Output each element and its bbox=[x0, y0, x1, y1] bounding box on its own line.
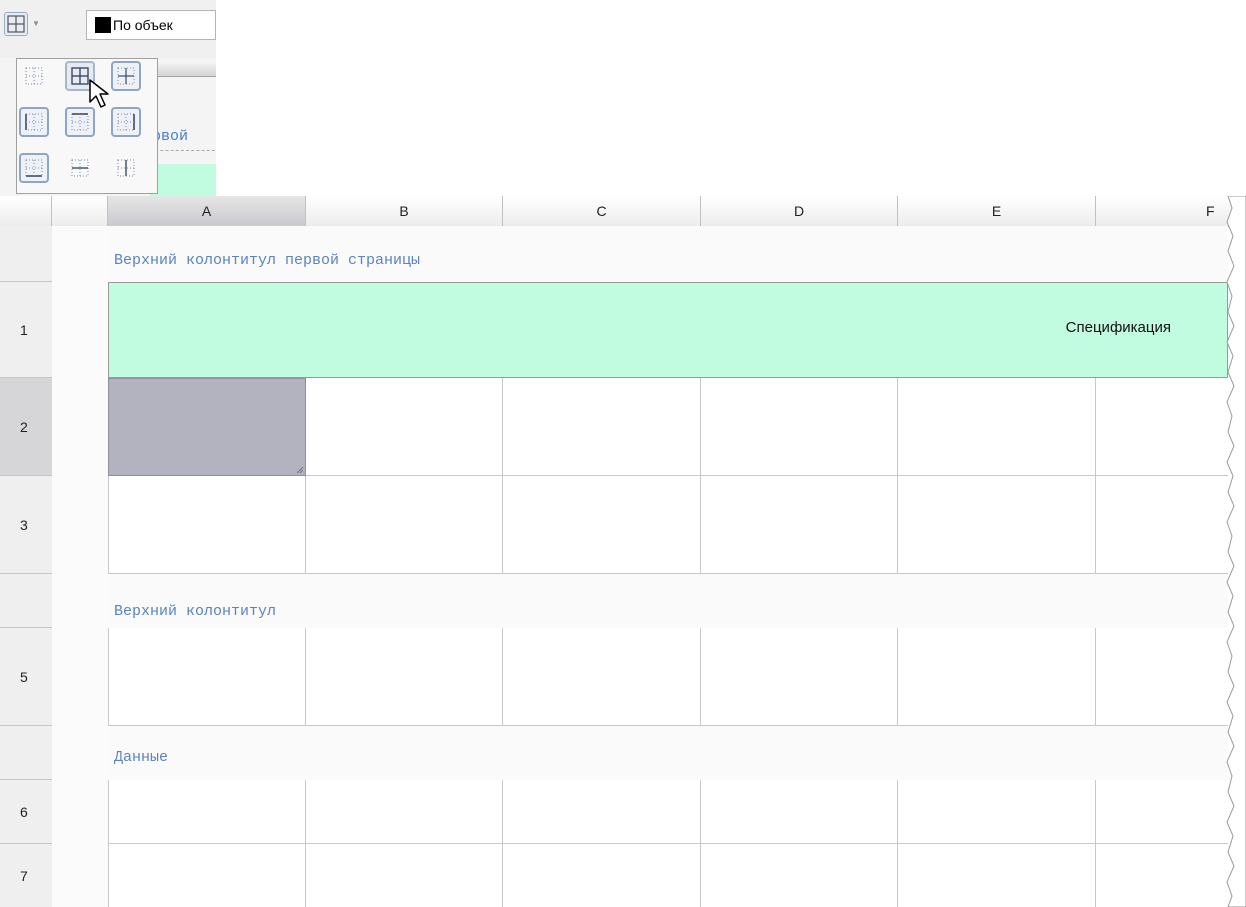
borders-button[interactable] bbox=[4, 12, 28, 36]
row-header-2[interactable]: 2 bbox=[0, 378, 52, 476]
group-gutter bbox=[52, 226, 109, 907]
cell-a3[interactable] bbox=[108, 476, 306, 574]
right-border-option[interactable] bbox=[111, 107, 141, 137]
section-label-data[interactable]: Данные bbox=[114, 749, 168, 766]
row-header-1[interactable]: 1 bbox=[0, 282, 52, 378]
row-header-7[interactable]: 7 bbox=[0, 844, 52, 907]
cell-b6[interactable] bbox=[306, 780, 503, 844]
row-header-section bbox=[0, 726, 52, 780]
row1-merged-cell[interactable]: Спецификация bbox=[108, 282, 1228, 378]
color-select-value: По объек bbox=[113, 17, 173, 33]
column-header-b[interactable]: B bbox=[306, 196, 503, 226]
borders-popup bbox=[16, 58, 158, 194]
cell-d3[interactable] bbox=[701, 476, 898, 574]
top-border-icon bbox=[71, 113, 89, 131]
torn-edge-decoration bbox=[1226, 196, 1246, 907]
row-header-6[interactable]: 6 bbox=[0, 780, 52, 844]
cell-d7[interactable] bbox=[701, 844, 898, 907]
row1-cell-text: Спецификация bbox=[1065, 319, 1171, 336]
chevron-down-icon[interactable]: ▼ bbox=[30, 18, 42, 30]
cell-f5[interactable] bbox=[1096, 628, 1228, 726]
all-borders-icon bbox=[7, 15, 25, 33]
cell-e3[interactable] bbox=[898, 476, 1096, 574]
cell-c3[interactable] bbox=[503, 476, 701, 574]
cell-f3[interactable] bbox=[1096, 476, 1228, 574]
toolbar: ▼ По объек bbox=[0, 0, 216, 59]
inner-vertical-icon bbox=[117, 159, 135, 177]
column-header-d[interactable]: D bbox=[701, 196, 898, 226]
cell-d5[interactable] bbox=[701, 628, 898, 726]
section-label-first-page-header[interactable]: Верхний колонтитул первой страницы bbox=[114, 252, 420, 269]
right-border-icon bbox=[117, 113, 135, 131]
cell-b2[interactable] bbox=[306, 378, 503, 476]
column-header-c[interactable]: C bbox=[503, 196, 701, 226]
cell-c2[interactable] bbox=[503, 378, 701, 476]
cell-e6[interactable] bbox=[898, 780, 1096, 844]
inner-horizontal-icon bbox=[71, 159, 89, 177]
inner-borders-option[interactable] bbox=[111, 61, 141, 91]
gutter-header bbox=[52, 196, 108, 226]
cell-f7[interactable] bbox=[1096, 844, 1228, 907]
section-band bbox=[108, 726, 1228, 781]
row-header-section bbox=[0, 574, 52, 628]
cell-c6[interactable] bbox=[503, 780, 701, 844]
inner-vertical-option[interactable] bbox=[111, 153, 141, 183]
cell-e7[interactable] bbox=[898, 844, 1096, 907]
corner-header[interactable] bbox=[0, 196, 52, 226]
cell-b3[interactable] bbox=[306, 476, 503, 574]
cell-f2[interactable] bbox=[1096, 378, 1228, 476]
preview-column-header bbox=[150, 62, 216, 77]
row-header-section bbox=[0, 226, 52, 282]
row-header-5[interactable]: 5 bbox=[0, 628, 52, 726]
left-border-icon bbox=[25, 113, 43, 131]
cell-e5[interactable] bbox=[898, 628, 1096, 726]
preview-green-fill bbox=[150, 164, 216, 196]
row-header-bar: 1 2 3 5 6 7 bbox=[0, 226, 53, 907]
border-color-select[interactable]: По объек bbox=[86, 10, 216, 40]
no-borders-option[interactable] bbox=[19, 61, 49, 91]
inner-borders-icon bbox=[117, 67, 135, 85]
cell-e2[interactable] bbox=[898, 378, 1096, 476]
cell-a2[interactable] bbox=[108, 378, 306, 476]
cell-a5[interactable] bbox=[108, 628, 306, 726]
cell-d2[interactable] bbox=[701, 378, 898, 476]
row-header-3[interactable]: 3 bbox=[0, 476, 52, 574]
spreadsheet: A B C D E F 1 2 3 5 6 7 Верхний колонтит… bbox=[0, 196, 1246, 907]
all-borders-icon bbox=[71, 67, 89, 85]
preview-divider bbox=[150, 150, 216, 151]
color-swatch bbox=[95, 17, 111, 33]
no-borders-icon bbox=[25, 67, 43, 85]
bottom-border-option[interactable] bbox=[19, 153, 49, 183]
cell-b5[interactable] bbox=[306, 628, 503, 726]
section-label-header[interactable]: Верхний колонтитул bbox=[114, 603, 276, 620]
cell-a7[interactable] bbox=[108, 844, 306, 907]
section-band bbox=[108, 574, 1228, 629]
column-header-a[interactable]: A bbox=[108, 196, 306, 226]
bottom-border-icon bbox=[25, 159, 43, 177]
inner-horizontal-option[interactable] bbox=[65, 153, 95, 183]
cell-c5[interactable] bbox=[503, 628, 701, 726]
cursor-icon bbox=[89, 79, 109, 108]
cell-f6[interactable] bbox=[1096, 780, 1228, 844]
cell-b7[interactable] bbox=[306, 844, 503, 907]
cell-d6[interactable] bbox=[701, 780, 898, 844]
left-border-option[interactable] bbox=[19, 107, 49, 137]
cell-a6[interactable] bbox=[108, 780, 306, 844]
column-header-e[interactable]: E bbox=[898, 196, 1096, 226]
column-header-bar: A B C D E F bbox=[0, 196, 1246, 227]
cell-c7[interactable] bbox=[503, 844, 701, 907]
